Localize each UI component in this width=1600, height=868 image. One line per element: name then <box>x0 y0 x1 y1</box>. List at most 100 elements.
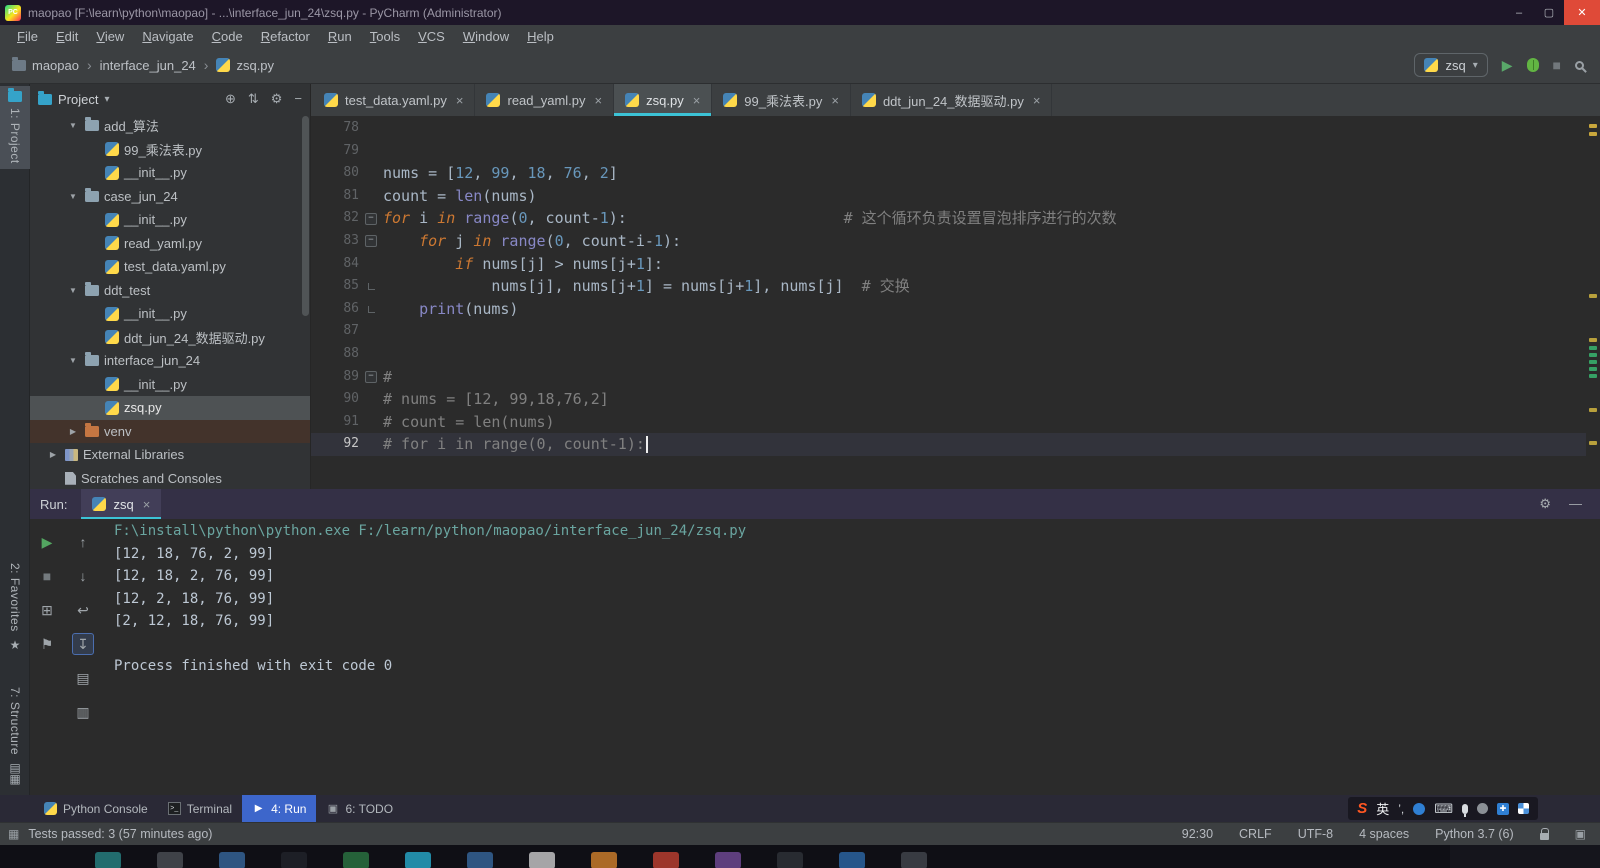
menu-window[interactable]: Window <box>454 27 518 46</box>
settings-icon[interactable]: ⚙ <box>271 91 283 107</box>
fold-marker[interactable] <box>359 213 383 225</box>
status-utf-8[interactable]: UTF-8 <box>1298 827 1333 841</box>
tree-item-case-jun-24[interactable]: ▼case_jun_24 <box>30 185 310 209</box>
editor-tab-read-yaml-py[interactable]: read_yaml.py× <box>475 84 614 116</box>
maximize-button[interactable]: ▢ <box>1534 0 1564 25</box>
prev-occurrence-icon[interactable] <box>72 531 94 553</box>
status-4-spaces[interactable]: 4 spaces <box>1359 827 1409 841</box>
tree-item-ddt-jun-24-py[interactable]: ddt_jun_24_数据驱动.py <box>30 326 310 350</box>
taskbar-app-icon[interactable] <box>219 852 245 868</box>
stripe-mark[interactable] <box>1589 132 1597 136</box>
run-button[interactable]: ▶ <box>1502 58 1513 72</box>
close-tab-icon[interactable]: × <box>143 497 151 512</box>
close-tab-icon[interactable]: × <box>1033 93 1041 108</box>
taskbar-app-icon[interactable] <box>715 852 741 868</box>
breadcrumb-item-maopao[interactable]: maopao <box>12 58 79 73</box>
toolwindow-button-6-todo[interactable]: 6: TODO <box>316 795 403 822</box>
taskbar-app-icon[interactable] <box>405 852 431 868</box>
code-line-78[interactable]: 78 <box>311 117 1586 140</box>
project-view-selector[interactable]: Project ▾ <box>38 92 110 107</box>
tree-item-init-py[interactable]: __init__.py <box>30 373 310 397</box>
tree-item-test-data-yaml-py[interactable]: test_data.yaml.py <box>30 255 310 279</box>
run-config-selector[interactable]: zsq ▾ <box>1414 53 1487 77</box>
gear-icon[interactable]: ⚙ <box>1539 496 1551 512</box>
menu-run[interactable]: Run <box>319 27 361 46</box>
status-message[interactable]: Tests passed: 3 (57 minutes ago) <box>28 827 212 841</box>
close-tab-icon[interactable]: × <box>595 93 603 108</box>
print-icon[interactable] <box>72 667 94 689</box>
toolwindow-button-terminal[interactable]: Terminal <box>158 795 242 822</box>
taskbar-app-icon[interactable] <box>95 852 121 868</box>
account-icon[interactable] <box>1477 803 1488 814</box>
toolwindow-switcher-icon[interactable]: ▦ <box>8 827 19 841</box>
sogou-logo-icon[interactable]: S <box>1357 800 1367 817</box>
taskbar-app-icon[interactable] <box>467 852 493 868</box>
tree-item-init-py[interactable]: __init__.py <box>30 161 310 185</box>
debug-button[interactable] <box>1527 58 1539 72</box>
code-line-80[interactable]: 80nums = [12, 99, 18, 76, 2] <box>311 162 1586 185</box>
stripe-mark[interactable] <box>1589 408 1597 412</box>
tree-item-99-py[interactable]: 99_乘法表.py <box>30 138 310 162</box>
tree-item-init-py[interactable]: __init__.py <box>30 208 310 232</box>
code-line-88[interactable]: 88 <box>311 343 1586 366</box>
status-crlf[interactable]: CRLF <box>1239 827 1272 841</box>
menu-file[interactable]: File <box>8 27 47 46</box>
punctuation-icon[interactable]: ’, <box>1398 802 1404 816</box>
stop-icon[interactable] <box>36 565 58 587</box>
rerun-icon[interactable] <box>36 531 58 553</box>
keyboard-icon[interactable]: ⌨ <box>1434 801 1453 817</box>
code-line-91[interactable]: 91# count = len(nums) <box>311 411 1586 434</box>
editor-tab-test-data-yaml-py[interactable]: test_data.yaml.py× <box>313 84 475 116</box>
fold-marker[interactable] <box>359 283 383 290</box>
taskbar-app-icon[interactable] <box>591 852 617 868</box>
code-line-79[interactable]: 79 <box>311 140 1586 163</box>
stripe-mark[interactable] <box>1589 367 1597 371</box>
minimize-button[interactable]: – <box>1504 0 1534 25</box>
next-occurrence-icon[interactable] <box>72 565 94 587</box>
taskbar-app-icon[interactable] <box>343 852 369 868</box>
menu-navigate[interactable]: Navigate <box>133 27 202 46</box>
toolwindow-button-python-console[interactable]: Python Console <box>34 795 158 822</box>
status-92-30[interactable]: 92:30 <box>1182 827 1213 841</box>
status-python-3-7-6[interactable]: Python 3.7 (6) <box>1435 827 1514 841</box>
menu-refactor[interactable]: Refactor <box>252 27 319 46</box>
code-line-90[interactable]: 90# nums = [12, 99,18,76,2] <box>311 388 1586 411</box>
microphone-icon[interactable] <box>1462 804 1468 814</box>
taskbar-app-icon[interactable] <box>653 852 679 868</box>
scroll-to-end-icon[interactable] <box>72 633 94 655</box>
chevron-right-icon[interactable]: ▶ <box>46 450 60 459</box>
stripe-mark[interactable] <box>1589 294 1597 298</box>
breadcrumb-item-interface-jun-24[interactable]: interface_jun_24 <box>100 58 196 73</box>
tree-item-external-libraries[interactable]: ▶External Libraries <box>30 443 310 467</box>
chevron-down-icon[interactable]: ▼ <box>66 121 80 130</box>
lock-icon[interactable] <box>1540 833 1549 840</box>
stripe-mark[interactable] <box>1589 441 1597 445</box>
tree-item-ddt-test[interactable]: ▼ddt_test <box>30 279 310 303</box>
run-tab[interactable]: zsq × <box>81 489 161 519</box>
stripe-mark[interactable] <box>1589 374 1597 378</box>
ime-language-mode[interactable]: 英 <box>1376 799 1389 818</box>
editor-tab-ddt-jun-24-py[interactable]: ddt_jun_24_数据驱动.py× <box>851 84 1053 116</box>
tree-item-zsq-py[interactable]: zsq.py <box>30 396 310 420</box>
fold-marker[interactable] <box>359 371 383 383</box>
toolbox-icon[interactable]: ✚ <box>1497 803 1509 815</box>
stop-button[interactable]: ■ <box>1553 58 1561 72</box>
locate-icon[interactable]: ⊕ <box>225 91 236 107</box>
chevron-right-icon[interactable]: ▶ <box>66 427 80 436</box>
taskbar-app-icon[interactable] <box>157 852 183 868</box>
fold-marker[interactable] <box>359 306 383 313</box>
console-output[interactable]: F:\install\python\python.exe F:/learn/py… <box>102 519 1600 795</box>
stripe-mark[interactable] <box>1589 360 1597 364</box>
chevron-down-icon[interactable]: ▼ <box>66 286 80 295</box>
soft-wrap-icon[interactable] <box>72 599 94 621</box>
pin-icon[interactable] <box>36 633 58 655</box>
menu-vcs[interactable]: VCS <box>409 27 454 46</box>
menu-help[interactable]: Help <box>518 27 563 46</box>
code-line-87[interactable]: 87 <box>311 320 1586 343</box>
taskbar-app-icon[interactable] <box>281 852 307 868</box>
code-line-83[interactable]: 83 for j in range(0, count-i-1): <box>311 230 1586 253</box>
toolwindow-button-structure[interactable]: 7: Structure ▤ <box>0 682 30 780</box>
restore-layout-icon[interactable] <box>36 599 58 621</box>
tree-item-scratches-and-consoles[interactable]: Scratches and Consoles <box>30 467 310 490</box>
notifications-icon[interactable]: ▣ <box>1575 827 1586 841</box>
